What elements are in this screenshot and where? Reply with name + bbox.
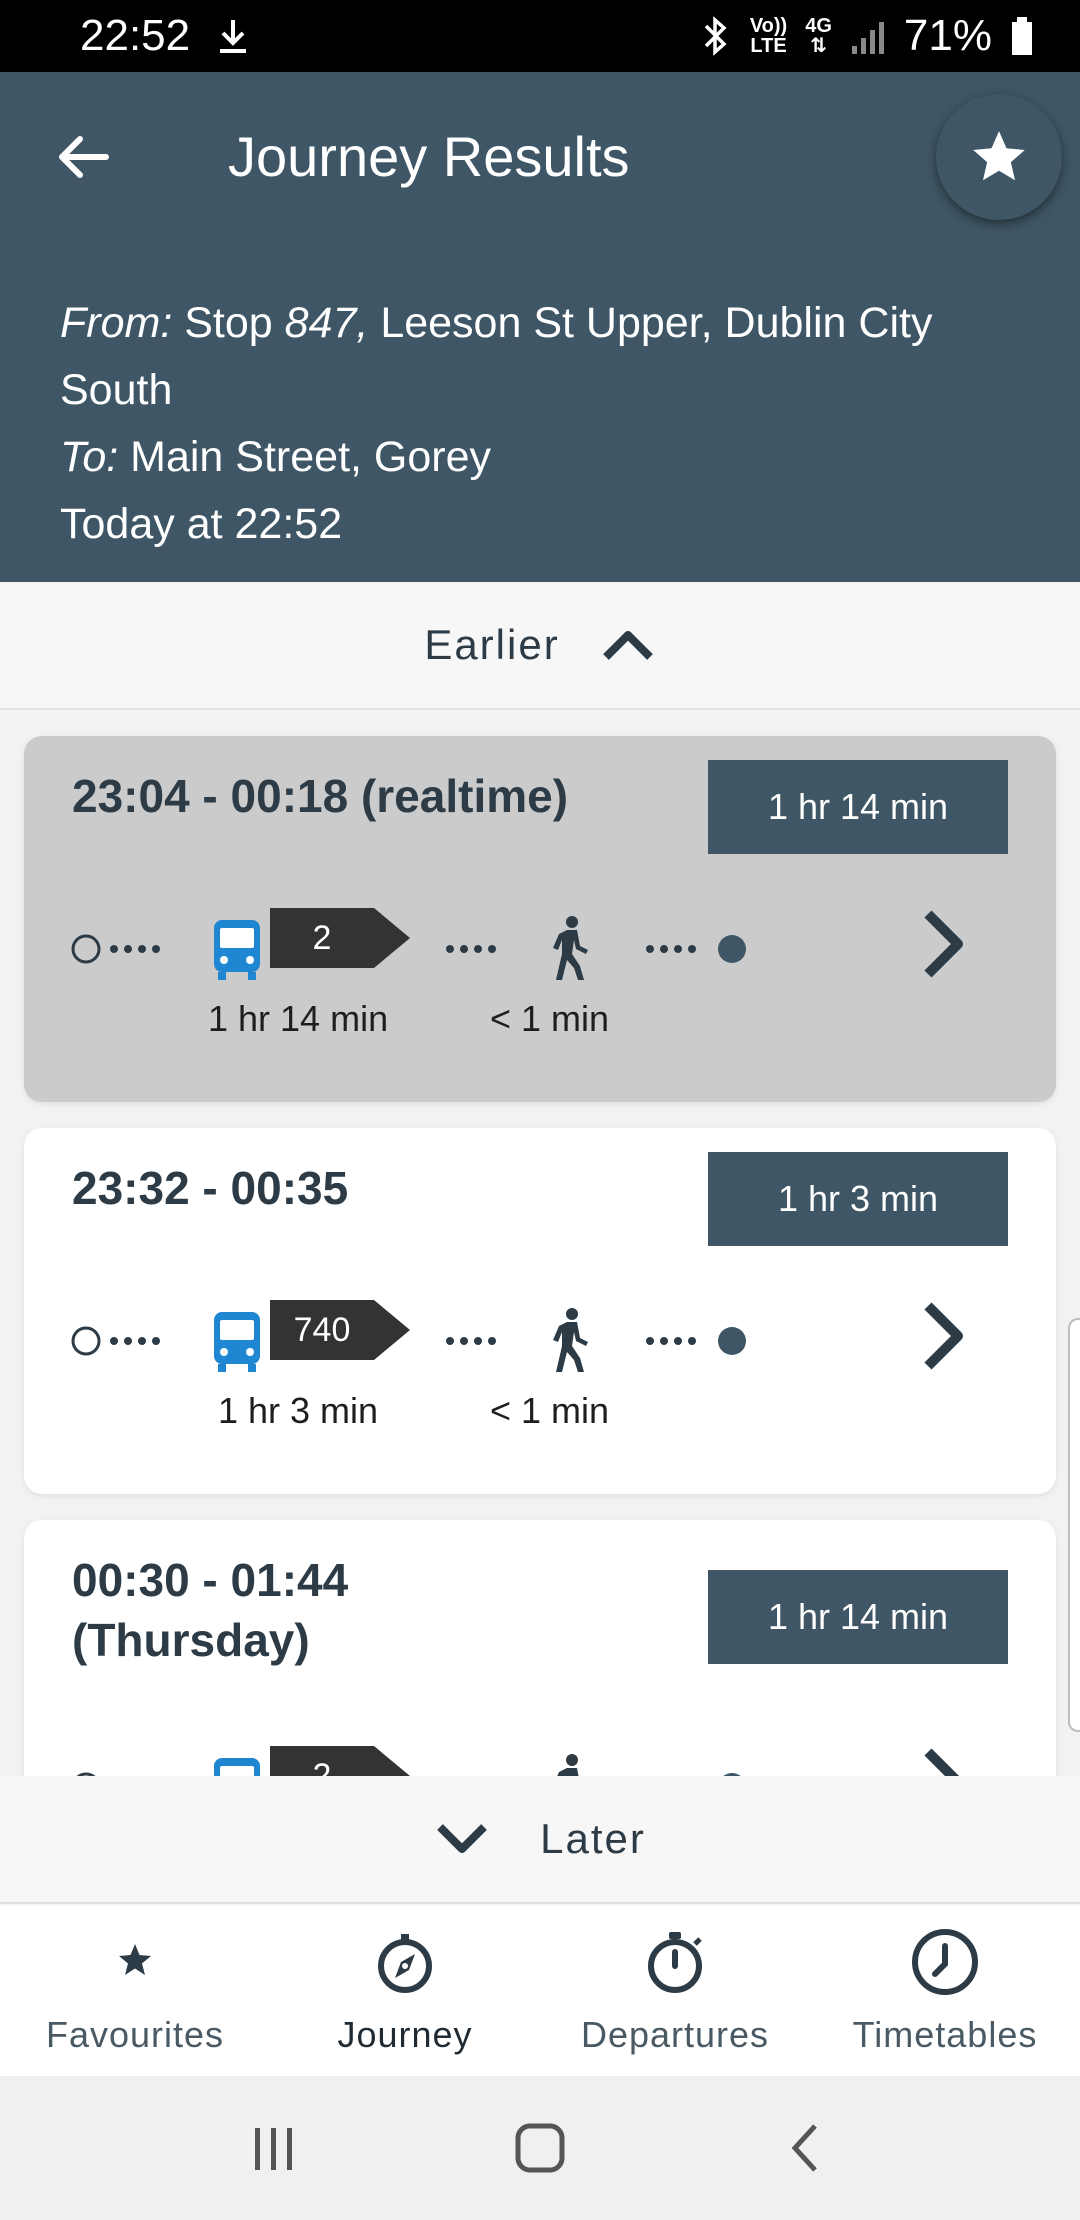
duration-badge: 1 hr 14 min <box>708 760 1008 854</box>
download-icon <box>220 20 247 53</box>
chevron-right-icon[interactable] <box>914 1296 974 1376</box>
clock-icon <box>912 1929 978 1995</box>
chevron-right-icon[interactable] <box>914 904 974 984</box>
volte-indicator: Vo)) LTE <box>749 15 788 57</box>
destination-marker <box>718 1327 746 1355</box>
bus-leg-duration: 1 hr 3 min <box>218 1390 379 1431</box>
status-time: 22:52 <box>80 11 191 60</box>
compass-icon <box>378 1934 432 1993</box>
bottom-navigation: Favourites Journey Departures Timetables <box>0 1906 1080 2076</box>
chevron-down-icon <box>437 1824 487 1853</box>
battery-level: 71% <box>903 11 992 60</box>
journey-header: Journey Results From: Stop 847, Leeson S… <box>0 72 1080 582</box>
signal-icon <box>851 22 884 54</box>
favourite-button[interactable] <box>936 94 1062 220</box>
duration-badge: 1 hr 3 min <box>708 1152 1008 1246</box>
scrollbar[interactable] <box>1068 1318 1080 1732</box>
duration-badge: 1 hr 14 min <box>708 1570 1008 1664</box>
chevron-right-icon[interactable] <box>914 1742 974 1776</box>
journey-legs <box>76 1754 741 1776</box>
page-title: Journey Results <box>228 125 630 188</box>
earlier-label: Earlier <box>424 621 560 668</box>
walk-icon <box>553 916 588 980</box>
stopwatch-icon <box>648 1932 702 1993</box>
walk-leg-duration: < 1 min <box>490 1390 610 1431</box>
route-number: 740 <box>293 1310 351 1349</box>
departure-time: Today at 22:52 <box>60 500 343 548</box>
origin-marker <box>71 934 101 964</box>
nav-label: Favourites <box>45 2014 225 2055</box>
to-label: To: <box>60 433 119 481</box>
back-arrow-icon[interactable] <box>50 122 120 192</box>
bus-icon <box>214 920 260 980</box>
result-card[interactable]: 23:04 - 00:18 (realtime) 1 hr 14 min 2 1… <box>24 736 1056 1102</box>
nav-departures[interactable]: Departures <box>540 1906 810 2076</box>
chevron-up-icon <box>602 631 653 660</box>
nav-favourites[interactable]: Favourites <box>0 1906 270 2076</box>
nav-journey[interactable]: Journey <box>270 1906 540 2076</box>
status-bar: 22:52 Vo)) LTE 4G ⇅ 71% <box>0 0 1080 72</box>
route-tag: 740 <box>270 1300 410 1360</box>
home-icon[interactable] <box>510 2118 570 2178</box>
bus-icon <box>214 1758 260 1776</box>
walk-icon <box>553 1308 588 1372</box>
system-back-icon[interactable] <box>777 2118 837 2178</box>
to-line: To: Main Street, Gorey <box>60 433 492 481</box>
bus-icon <box>214 1312 260 1372</box>
later-label: Later <box>540 1815 646 1862</box>
origin-marker <box>71 1326 101 1356</box>
journey-legs <box>71 1308 746 1372</box>
result-time: 00:30 - 01:44 (Thursday) <box>72 1554 349 1666</box>
battery-icon <box>1012 17 1032 55</box>
journey-legs <box>71 916 746 980</box>
result-time: 23:04 - 00:18 (realtime) <box>72 770 569 822</box>
result-card[interactable]: 23:32 - 00:35 1 hr 3 min 740 1 hr 3 min <box>24 1128 1056 1494</box>
result-time: 23:32 - 00:35 <box>72 1162 349 1214</box>
route-number: 2 <box>312 918 332 957</box>
later-button[interactable]: Later <box>0 1776 1080 1904</box>
nav-label: Departures <box>580 2014 770 2055</box>
star-icon <box>973 131 1025 181</box>
route-number: 2 <box>312 1756 332 1777</box>
walk-icon <box>557 1754 579 1776</box>
bluetooth-icon <box>704 16 727 56</box>
destination-marker <box>718 935 746 963</box>
star-icon <box>119 1944 151 1975</box>
nav-timetables[interactable]: Timetables <box>810 1906 1080 2076</box>
nav-label: Timetables <box>852 2014 1038 2055</box>
network-indicator: 4G ⇅ <box>805 15 832 57</box>
nav-label: Journey <box>337 2014 473 2055</box>
results-list[interactable]: 23:04 - 00:18 (realtime) 1 hr 14 min 2 1… <box>0 712 1080 1776</box>
route-tag: 2 <box>270 908 410 968</box>
system-navigation-bar <box>0 2076 1080 2220</box>
journey-summary: From: Stop 847, Leeson St Upper, Dublin … <box>60 290 1020 558</box>
result-card[interactable]: 00:30 - 01:44 (Thursday) 1 hr 14 min 2 <box>24 1520 1056 1776</box>
walk-leg-duration: < 1 min <box>490 998 610 1039</box>
from-line: From: Stop 847, Leeson St Upper, Dublin … <box>60 299 933 414</box>
recent-apps-icon[interactable] <box>243 2118 303 2178</box>
earlier-button[interactable]: Earlier <box>0 582 1080 710</box>
route-tag: 2 <box>270 1746 410 1776</box>
from-label: From: <box>60 299 173 347</box>
bus-leg-duration: 1 hr 14 min <box>208 998 389 1039</box>
